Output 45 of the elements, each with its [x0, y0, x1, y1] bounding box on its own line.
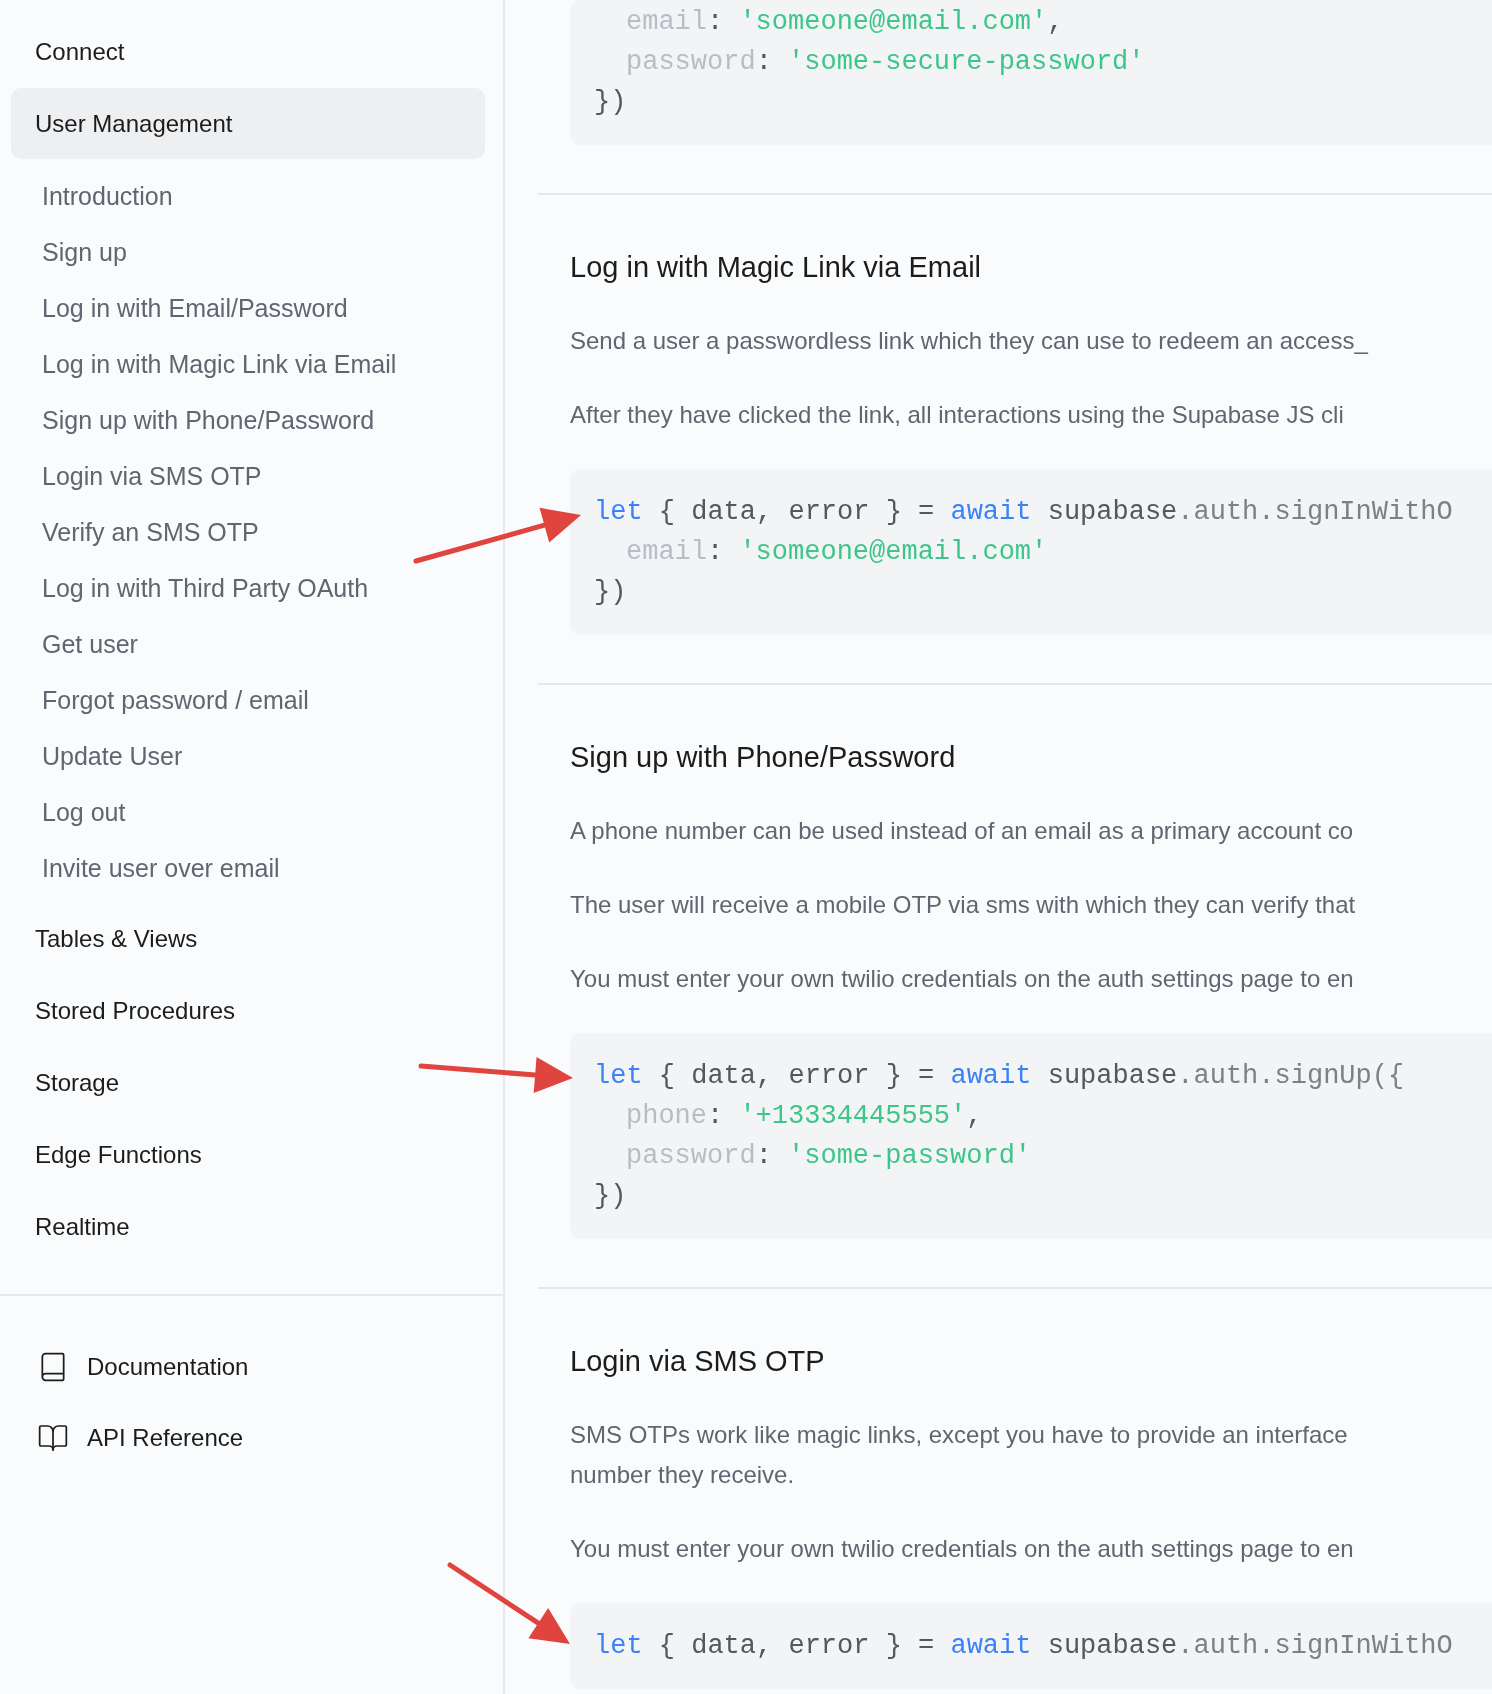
nav-subitem[interactable]: Log in with Third Party OAuth [11, 560, 485, 616]
nav-subitem[interactable]: Introduction [11, 168, 485, 224]
paragraph: The user will receive a mobile OTP via sms with which they can verify that [570, 890, 1356, 920]
paragraph: SMS OTPs work like magic links, except you have to provide an interface number they receive. [570, 1420, 1348, 1490]
footer-link[interactable]: Documentation [0, 1331, 249, 1402]
code-line: }) [594, 1180, 627, 1213]
nav-item[interactable]: Realtime [11, 1191, 485, 1262]
nav-subitem[interactable]: Login via SMS OTP [11, 448, 485, 504]
paragraph: You must enter your own twilio credentials on the auth settings page to en [570, 1534, 1354, 1564]
nav-item[interactable]: Storage [11, 1047, 485, 1118]
nav-subitem[interactable]: Verify an SMS OTP [11, 504, 485, 560]
paragraph: You must enter your own twilio credentials on the auth settings page to en [570, 964, 1354, 994]
nav-subitem[interactable]: Log in with Email/Password [11, 280, 485, 336]
nav-item[interactable]: Edge Functions [11, 1119, 485, 1190]
nav-item[interactable]: Tables & Views [11, 903, 485, 974]
paragraph: A phone number can be used instead of an email as a primary account co [570, 816, 1354, 846]
nav-subitem[interactable]: Log out [11, 784, 485, 840]
nav-item[interactable]: Stored Procedures [11, 975, 485, 1046]
code-line: password: 'some-password' [625, 1140, 1032, 1173]
nav-subitem[interactable]: Invite user over email [11, 840, 485, 896]
code-line: let { data, error } = await supabase.auth.signUp({ [594, 1060, 1405, 1093]
footer-link[interactable]: API Reference [0, 1402, 244, 1473]
nav-subitem[interactable]: Forgot password / email [11, 672, 485, 728]
section-heading: Sign up with Phone/Password [570, 740, 956, 775]
code-line: phone: '+13334445555', [625, 1100, 983, 1133]
code-line: email: 'someone@email.com', [625, 6, 1064, 39]
nav-subitem[interactable]: Update User [11, 728, 485, 784]
code-line: password: 'some-secure-password' [625, 46, 1145, 79]
nav-subitem[interactable]: Sign up with Phone/Password [11, 392, 485, 448]
code-line: let { data, error } = await supabase.auth.signInWithO [594, 1630, 1453, 1663]
section-heading: Login via SMS OTP [570, 1344, 825, 1379]
code-line: let { data, error } = await supabase.auth.signInWithO [594, 496, 1453, 529]
nav-subitem[interactable]: Sign up [11, 224, 485, 280]
nav-subitem[interactable]: Log in with Magic Link via Email [11, 336, 485, 392]
section-heading: Log in with Magic Link via Email [570, 250, 981, 285]
code-line: email: 'someone@email.com' [625, 536, 1048, 569]
link-label: Documentation [87, 1352, 249, 1381]
paragraph: After they have clicked the link, all interactions using the Supabase JS cli [570, 400, 1344, 430]
nav-item[interactable]: Connect [11, 16, 485, 87]
nav-subitem[interactable]: Get user [11, 616, 485, 672]
nav-item[interactable]: User Management [11, 88, 485, 159]
code-line: }) [594, 86, 627, 119]
code-line: }) [594, 576, 627, 609]
link-label: API Reference [87, 1423, 244, 1452]
paragraph: Send a user a passwordless link which they can use to redeem an access_ [570, 326, 1368, 356]
